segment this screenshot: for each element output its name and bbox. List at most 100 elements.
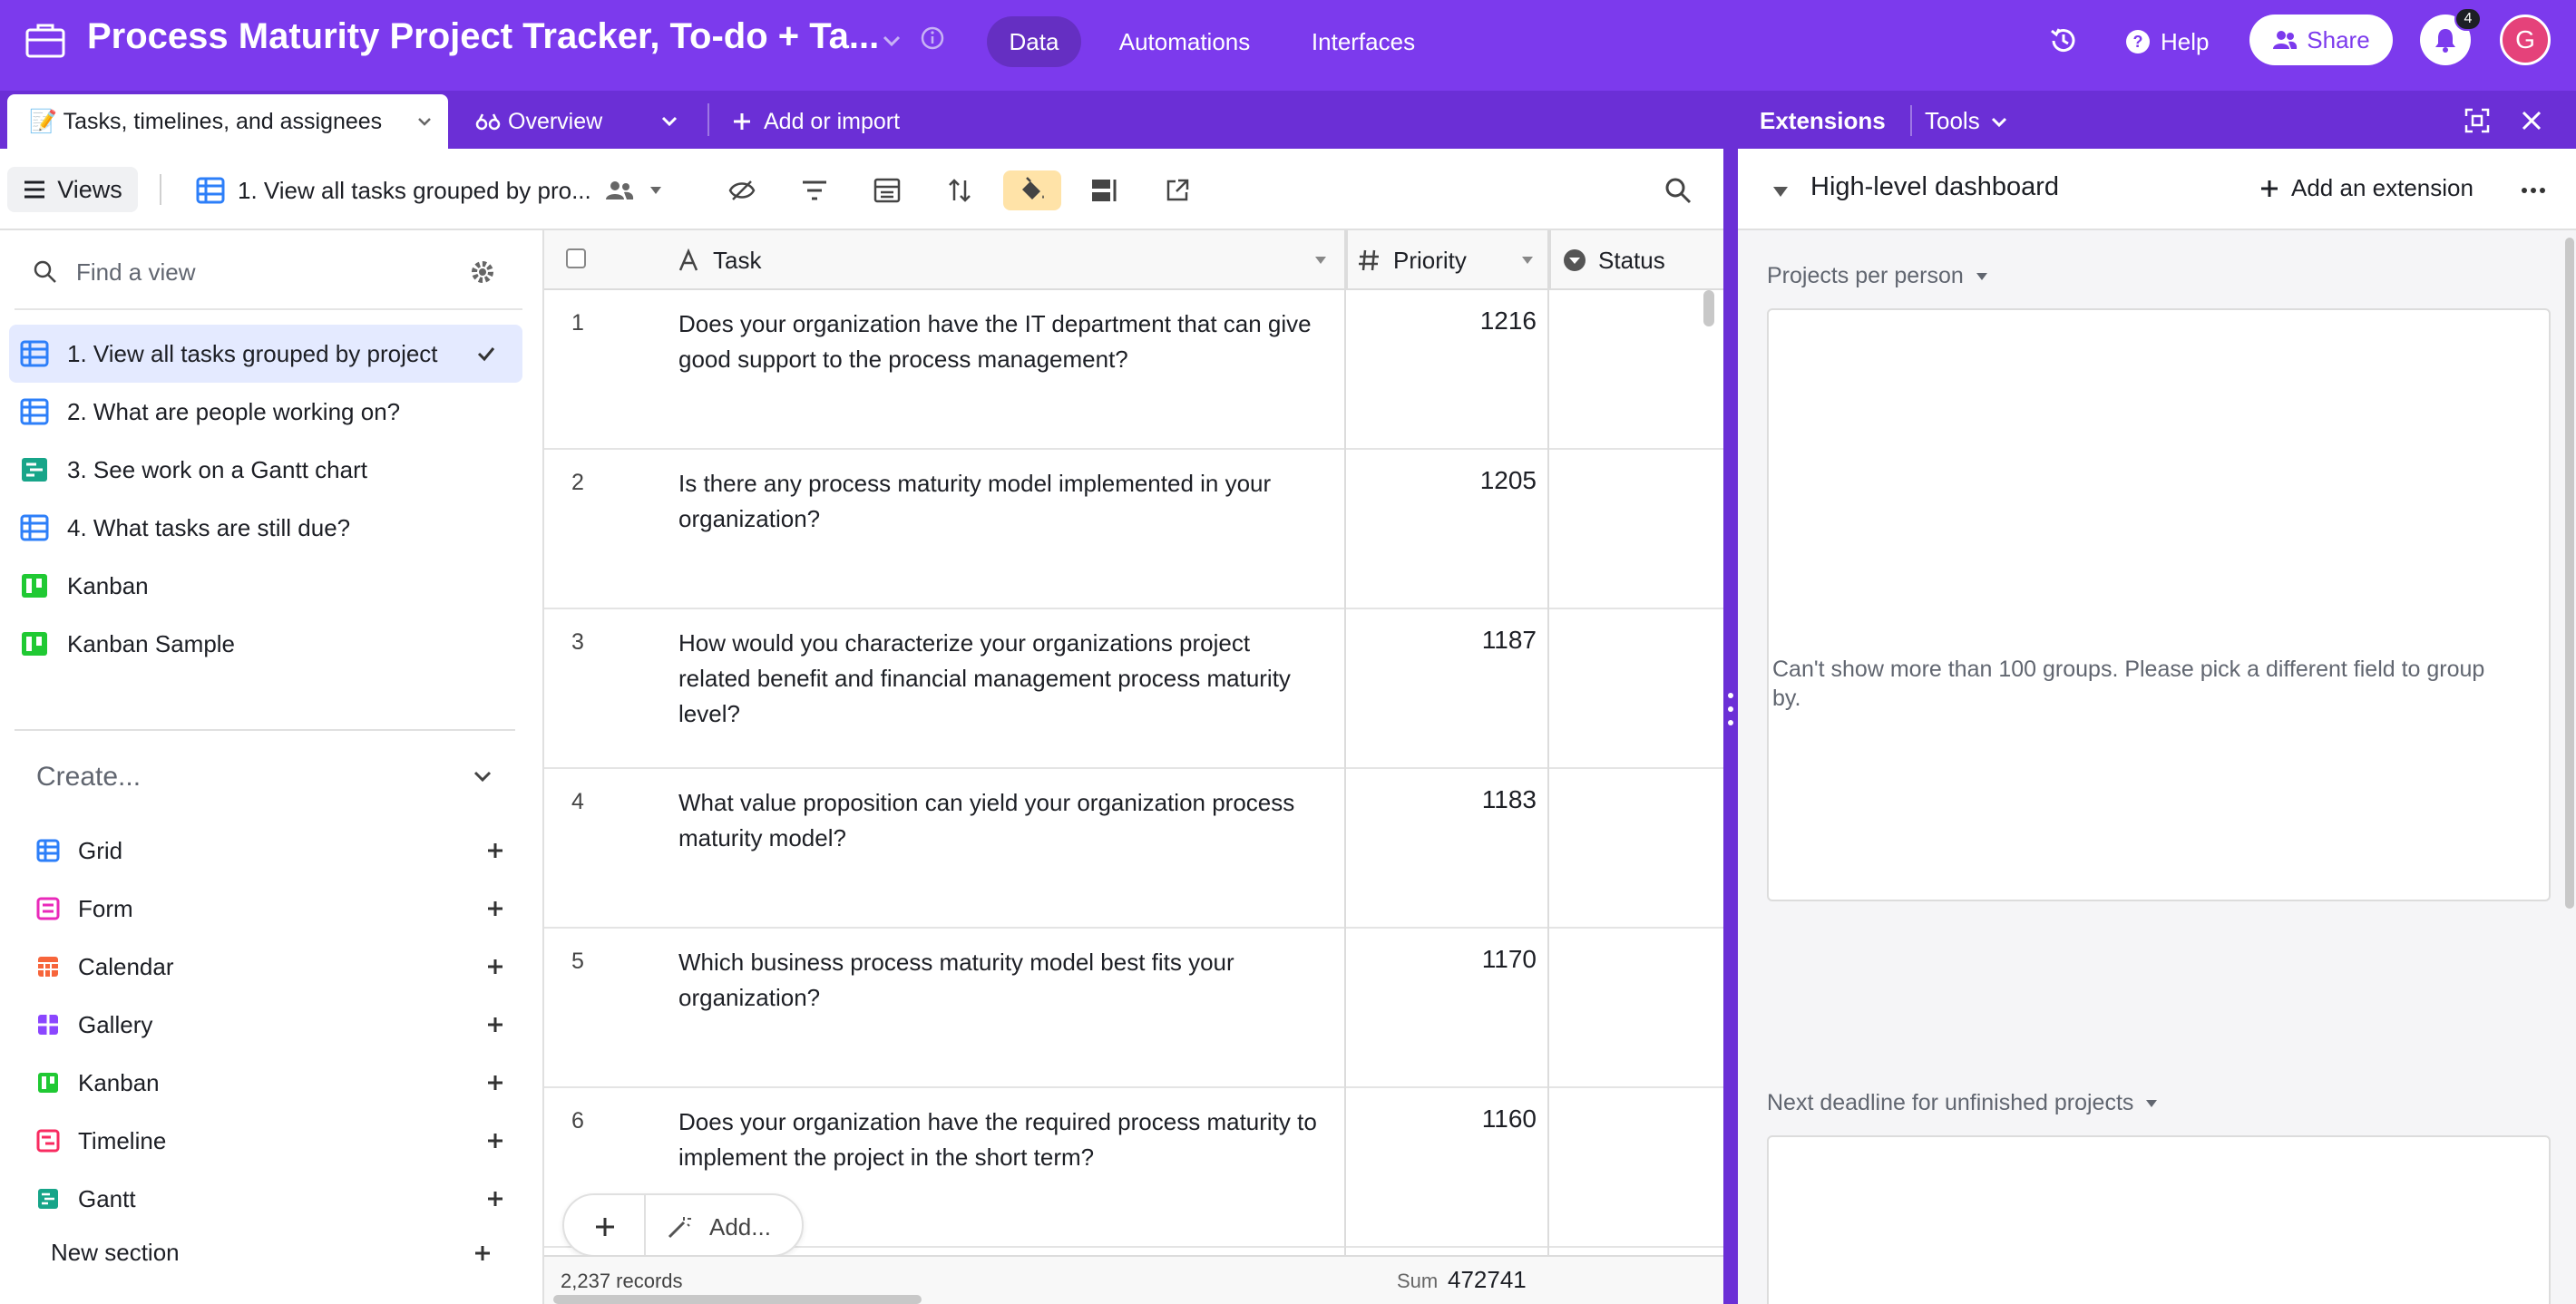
sort-icon[interactable] <box>940 170 980 210</box>
hide-fields-icon[interactable] <box>722 170 762 210</box>
priority-cell[interactable]: 1170 <box>1342 945 1537 974</box>
sidebar-view-kanban-sample[interactable]: Kanban Sample <box>9 615 522 673</box>
more-icon[interactable] <box>2520 181 2547 199</box>
task-cell[interactable]: Which business process maturity model be… <box>678 945 1328 1016</box>
chevron-down-icon[interactable] <box>466 760 499 793</box>
table-row[interactable]: 1 Does your organization have the IT dep… <box>544 290 1723 450</box>
tab-tasks[interactable]: 📝 Tasks, timelines, and assignees <box>7 94 448 149</box>
priority-cell[interactable]: 1216 <box>1342 307 1537 336</box>
chart-widget-projects-per-person[interactable]: Can't show more than 100 groups. Please … <box>1767 308 2551 901</box>
row-height-icon[interactable] <box>1085 170 1125 210</box>
share-label: Share <box>2307 25 2370 54</box>
help-button[interactable]: ? Help <box>2124 16 2209 67</box>
plus-icon[interactable] <box>483 954 508 979</box>
plus-icon[interactable] <box>483 1012 508 1037</box>
chevron-down-icon[interactable] <box>414 111 435 132</box>
widget-next-deadline[interactable] <box>1767 1135 2551 1304</box>
share-button[interactable]: Share <box>2249 15 2393 65</box>
color-icon[interactable] <box>1003 170 1061 210</box>
priority-cell[interactable]: 1160 <box>1342 1105 1537 1134</box>
sidebar-view-3[interactable]: 3. See work on a Gantt chart <box>9 441 522 499</box>
task-cell[interactable]: Does your organization have the required… <box>678 1105 1328 1175</box>
create-gantt[interactable]: Gantt <box>36 1179 508 1219</box>
create-grid[interactable]: Grid <box>36 831 508 871</box>
chevron-down-icon[interactable] <box>878 27 905 54</box>
search-icon[interactable] <box>1658 170 1698 210</box>
history-icon[interactable] <box>2046 24 2081 58</box>
filter-icon[interactable] <box>795 170 834 210</box>
find-view-input[interactable]: Find a view <box>33 254 196 290</box>
extensions-title[interactable]: Extensions <box>1760 107 1886 135</box>
add-extension-button[interactable]: Add an extension <box>2259 174 2474 202</box>
share-view-icon[interactable] <box>1157 170 1197 210</box>
plus-icon[interactable] <box>483 1128 508 1153</box>
gear-icon[interactable] <box>468 258 497 287</box>
caret-down-icon[interactable] <box>1771 181 1791 201</box>
base-icon[interactable] <box>25 22 65 58</box>
horizontal-scrollbar[interactable] <box>553 1295 922 1304</box>
dashboard-name[interactable]: High-level dashboard <box>1810 172 2059 202</box>
create-form[interactable]: Form <box>36 889 508 929</box>
avatar[interactable]: G <box>2500 15 2551 65</box>
plus-icon[interactable] <box>483 838 508 863</box>
caret-down-icon[interactable] <box>1520 254 1535 267</box>
status-column-header[interactable]: Status <box>1549 230 1723 290</box>
new-section-button[interactable]: New section <box>51 1239 180 1267</box>
tab-overview-label: Overview <box>508 108 603 134</box>
widget-next-deadline-title[interactable]: Next deadline for unfinished projects <box>1767 1090 2159 1116</box>
sum-label[interactable]: Sum <box>1397 1270 1438 1293</box>
sidebar-view-kanban[interactable]: Kanban <box>9 557 522 615</box>
select-all-checkbox[interactable] <box>566 248 586 268</box>
plus-icon[interactable] <box>591 1213 619 1241</box>
task-cell[interactable]: What value proposition can yield your or… <box>678 785 1328 856</box>
info-icon[interactable] <box>920 25 945 51</box>
fullscreen-icon[interactable] <box>2464 107 2491 134</box>
create-kanban[interactable]: Kanban <box>36 1063 508 1103</box>
nav-data[interactable]: Data <box>987 16 1081 67</box>
vertical-scrollbar[interactable] <box>1703 290 1714 326</box>
table-row[interactable]: 2 Is there any process maturity model im… <box>544 450 1723 609</box>
plus-icon[interactable] <box>483 896 508 921</box>
priority-column-header[interactable]: Priority <box>1346 230 1549 290</box>
caret-down-icon[interactable] <box>1313 254 1328 267</box>
nav-automations[interactable]: Automations <box>1103 16 1266 67</box>
current-view-selector[interactable]: 1. View all tasks grouped by pro... <box>196 172 664 209</box>
priority-cell[interactable]: 1205 <box>1342 466 1537 495</box>
base-title[interactable]: Process Maturity Project Tracker, To-do … <box>87 16 879 57</box>
task-cell[interactable]: Is there any process maturity model impl… <box>678 466 1328 537</box>
close-icon[interactable] <box>2520 109 2543 132</box>
add-or-import-button[interactable]: Add or import <box>731 103 900 140</box>
table-row[interactable]: 4 What value proposition can yield your … <box>544 769 1723 929</box>
divider <box>1910 105 1912 136</box>
plus-icon[interactable] <box>470 1241 495 1266</box>
plus-icon[interactable] <box>483 1186 508 1212</box>
extensions-scrollbar[interactable] <box>2565 238 2574 909</box>
create-gallery[interactable]: Gallery <box>36 1005 508 1045</box>
tools-menu[interactable]: Tools <box>1925 107 2009 135</box>
sidebar-view-1[interactable]: 1. View all tasks grouped by project <box>9 325 522 383</box>
priority-cell[interactable]: 1187 <box>1342 626 1537 655</box>
widget-projects-per-person-title[interactable]: Projects per person <box>1767 263 1989 289</box>
panel-resize-handle[interactable] <box>1723 91 1738 1304</box>
plus-icon[interactable] <box>483 1070 508 1095</box>
create-timeline[interactable]: Timeline <box>36 1121 508 1161</box>
table-row[interactable]: 3 How would you characterize your organi… <box>544 609 1723 769</box>
magic-wand-icon[interactable] <box>666 1213 693 1241</box>
nav-interfaces[interactable]: Interfaces <box>1288 16 1439 67</box>
tab-overview[interactable]: Overview <box>475 103 602 140</box>
chevron-down-icon[interactable] <box>655 107 684 136</box>
create-calendar[interactable]: Calendar <box>36 947 508 987</box>
create-item-label: Grid <box>78 836 123 864</box>
add-label[interactable]: Add... <box>709 1213 771 1241</box>
sidebar-view-2[interactable]: 2. What are people working on? <box>9 383 522 441</box>
sidebar-view-4[interactable]: 4. What tasks are still due? <box>9 499 522 557</box>
views-toggle-button[interactable]: Views <box>7 167 138 212</box>
task-column-header[interactable]: Task <box>544 230 1346 290</box>
create-section-title[interactable]: Create... <box>36 762 141 793</box>
column-divider <box>1547 230 1549 1255</box>
task-cell[interactable]: Does your organization have the IT depar… <box>678 307 1328 377</box>
table-row[interactable]: 5 Which business process maturity model … <box>544 929 1723 1088</box>
priority-cell[interactable]: 1183 <box>1342 785 1537 814</box>
group-icon[interactable] <box>867 170 907 210</box>
task-cell[interactable]: How would you characterize your organiza… <box>678 626 1328 732</box>
